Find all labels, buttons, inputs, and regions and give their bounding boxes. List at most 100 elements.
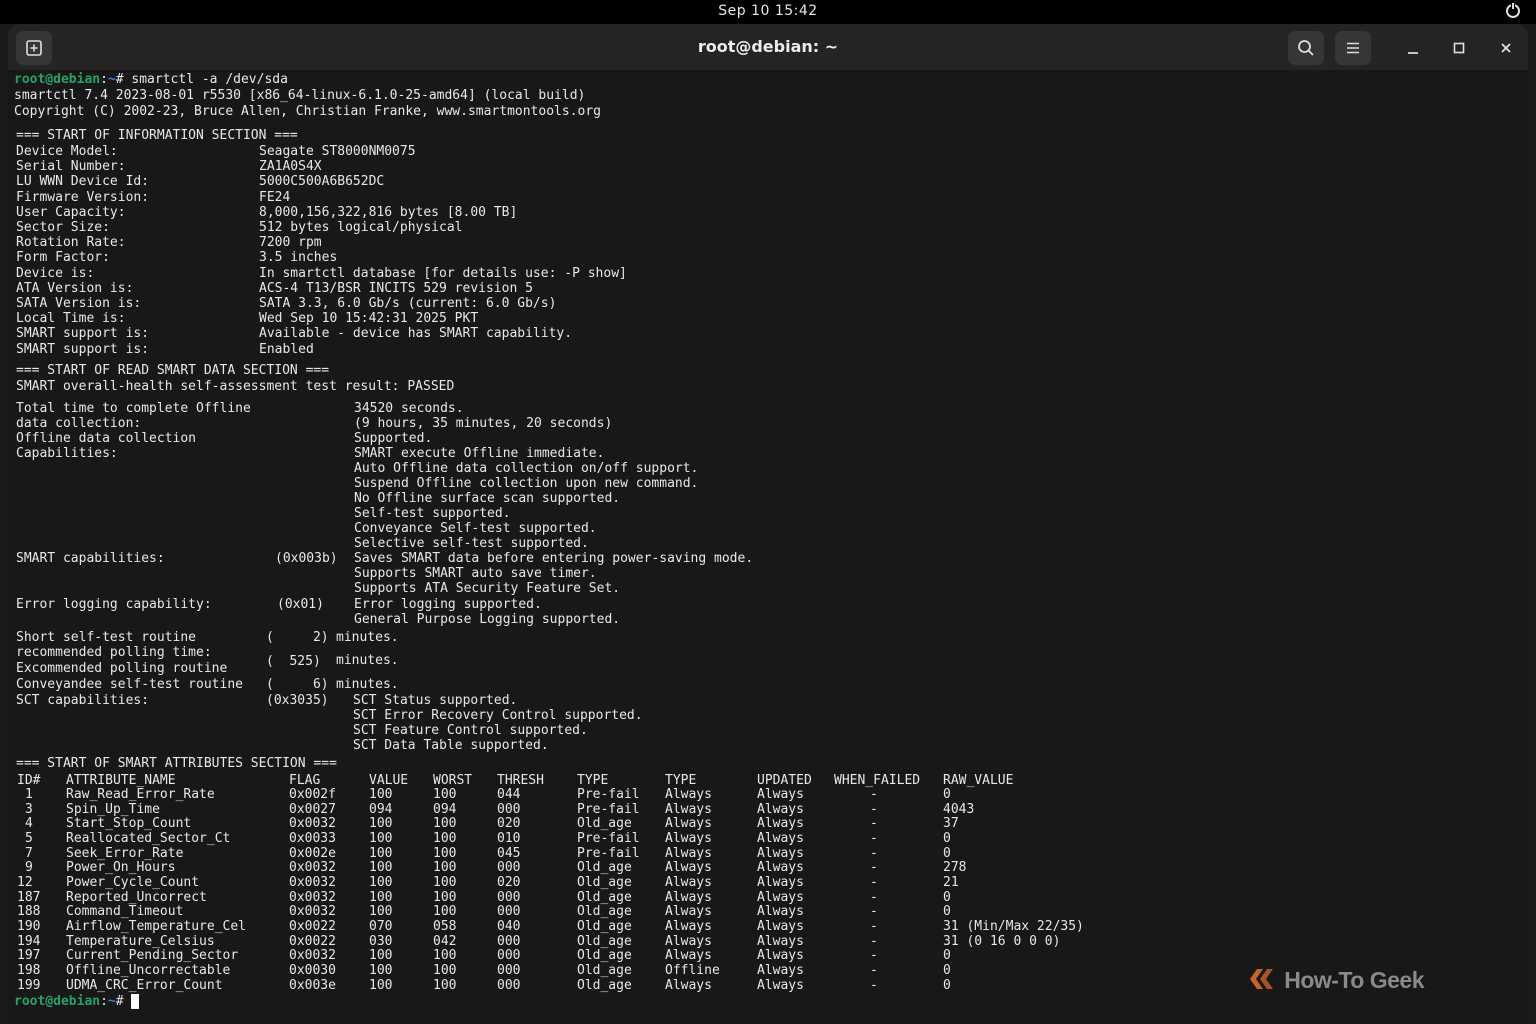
attribute-cell: 042 [433,934,456,949]
attribute-cell: 020 [497,816,520,831]
attribute-cell-text: 044 [497,787,521,802]
attribute-cell-text: Always [665,919,712,935]
watermark-logo: How-To Geek [1250,967,1424,994]
power-icon[interactable] [1506,2,1520,18]
menu-button[interactable] [1335,31,1371,65]
attribute-cell: 0 [943,948,951,963]
attribute-cell: 045 [497,846,520,861]
capability-label: Short self-test routine [16,630,196,645]
attribute-cell-text: 0x0033 [289,831,336,846]
column-header: WORST [433,773,472,788]
capability-description-text: Supports SMART auto save timer. [354,566,597,581]
search-button[interactable] [1288,31,1324,65]
attribute-cell: 190 [17,919,40,934]
attribute-cell-text: 000 [497,977,521,993]
capability-description: Suspend Offline collection upon new comm… [354,476,698,491]
attribute-cell: 100 [369,846,392,861]
attribute-cell-text: 094 [433,801,457,817]
info-label-text: SATA Version is: [16,296,142,311]
attribute-cell-text: - [870,977,878,993]
attribute-cell: 194 [17,934,40,949]
attribute-cell-text: Airflow_Temperature_Cel [66,919,247,935]
attribute-cell: Always [757,787,804,802]
info-label: Sector Size: [16,220,110,235]
attribute-cell-text: Always [665,845,712,861]
maximize-button[interactable] [1441,31,1477,65]
column-header-text: RAW_VALUE [943,773,1014,788]
attribute-cell: Power_Cycle_Count [66,875,199,890]
attribute-cell-text: 0 [943,948,951,964]
attribute-cell: 100 [369,860,392,875]
attribute-cell-text: Pre-fail [577,787,640,802]
attribute-cell: Always [665,816,712,831]
capability-code: (0x3035) [266,693,329,708]
attribute-cell: Temperature_Celsius [66,934,215,949]
attribute-cell: 4 [25,816,33,831]
capability-description: Supported. [354,431,432,446]
attribute-cell-text: 000 [497,801,521,817]
banner-line: Copyright (C) 2002-23, Bruce Allen, Chri… [14,104,601,119]
info-value: Enabled [259,342,314,357]
attribute-cell: 21 [943,875,959,890]
attribute-cell-text: 0x003e [289,977,336,993]
attribute-cell: - [870,934,878,949]
attribute-cell: 4043 [943,802,974,817]
system-clock[interactable]: Sep 10 15:42 [0,3,1536,19]
attribute-cell: UDMA_CRC_Error_Count [66,978,223,993]
attribute-cell: 188 [17,904,40,919]
attribute-cell: 0x0032 [289,875,336,890]
info-label-text: LU WWN Device Id: [16,174,150,190]
capability-description: General Purpose Logging supported. [354,612,620,627]
attribute-cell-text: Offline [665,963,720,979]
menu-icon [1347,42,1359,54]
attribute-cell-text: 199 [17,977,41,993]
attribute-cell-text: Raw_Read_Error_Rate [66,787,215,802]
attribute-cell: 0 [943,904,951,919]
info-value-text: SATA 3.3, 6.0 Gb/s (current: 6.0 Gb/s) [259,296,557,311]
terminal-output[interactable]: root@debian:~# smartctl -a /dev/sda smart… [14,72,1524,1020]
capability-code-text: ( 525) [266,654,321,669]
attribute-cell-text: 4043 [943,801,975,817]
capability-description-text: SCT Error Recovery Control supported. [353,708,643,723]
info-label-text: Device is: [16,265,95,281]
column-header: VALUE [369,773,408,788]
attribute-cell-text: - [870,845,878,861]
attribute-cell: 0x002e [289,846,336,861]
attribute-cell-text: Offline_Uncorrectable [66,963,231,979]
attribute-cell: 197 [17,948,40,963]
capability-description-text: Conveyance Self-test supported. [354,521,597,536]
attribute-cell-text: - [870,816,878,832]
attribute-cell: Command_Timeout [66,904,183,919]
attribute-cell: Always [665,978,712,993]
attribute-cell: 100 [369,948,392,963]
attribute-cell-text: Always [757,801,804,817]
attribute-cell: Pre-fail [577,831,640,846]
attribute-cell-text: - [870,875,878,891]
attribute-cell: 31 (Min/Max 22/35) [943,919,1084,934]
close-button[interactable] [1488,31,1524,65]
attribute-cell: 0x0032 [289,860,336,875]
attribute-cell-text: 042 [433,933,457,949]
attribute-cell: 0x0027 [289,802,336,817]
attribute-cell: Always [757,934,804,949]
attribute-cell-text: 000 [497,933,521,949]
capability-description: SMART execute Offline immediate. [354,446,604,461]
attribute-cell: 3 [25,802,33,817]
info-label: SMART support is: [16,342,149,357]
minimize-button[interactable] [1395,31,1431,65]
attribute-cell: 1 [25,787,33,802]
attribute-cell-text: 0x0022 [289,919,336,935]
attribute-cell: - [870,816,878,831]
attribute-cell-text: 37 [943,816,959,832]
attribute-cell-text: Always [665,904,712,920]
attribute-cell: Always [665,934,712,949]
capability-label-text: Total time to complete Offline [16,401,251,416]
attribute-cell-text: 0 [943,787,951,802]
capability-description-text: SCT Data Table supported. [353,738,549,753]
attribute-cell: Always [665,919,712,934]
attribute-cell: 100 [433,890,456,905]
maximize-icon [1453,42,1465,54]
attribute-cell-text: Always [665,948,712,964]
attribute-cell-text: 100 [433,875,457,891]
info-label: Form Factor: [16,250,110,265]
